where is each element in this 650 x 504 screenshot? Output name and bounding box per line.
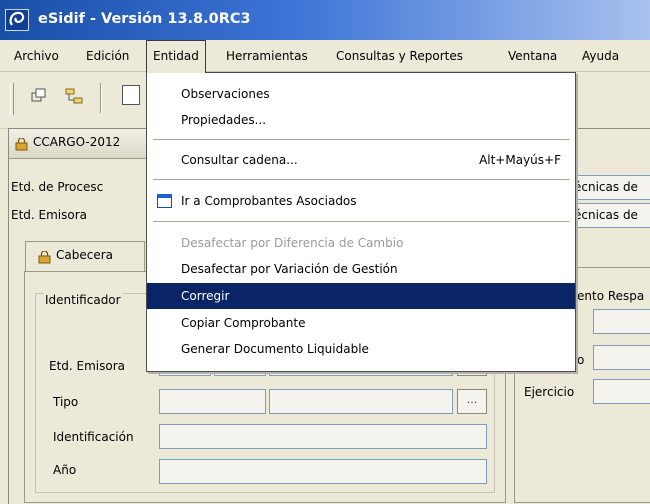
menu-item-copiar-comprobante[interactable]: Copiar Comprobante	[147, 310, 575, 336]
tipo-name-field[interactable]	[269, 389, 453, 414]
consultar-cadena-label: Consultar cadena...	[181, 153, 298, 167]
menu-ayuda[interactable]: Ayuda	[576, 40, 625, 72]
menu-item-desafectar-diferencia: Desafectar por Diferencia de Cambio	[181, 236, 404, 250]
tab-cabecera-label: Cabecera	[56, 248, 113, 262]
menu-item-propiedades[interactable]: Propiedades...	[147, 107, 575, 133]
window-icon	[157, 194, 172, 208]
ir-comprobantes-label: Ir a Comprobantes Asociados	[181, 194, 357, 208]
tipo-code-field[interactable]	[159, 389, 266, 414]
document-lock-icon	[15, 138, 28, 151]
etd-emisora-field[interactable]: écnicas de	[569, 203, 650, 228]
menu-archivo[interactable]: Archivo	[8, 40, 65, 72]
menu-consultas-reportes[interactable]: Consultas y Reportes	[330, 40, 469, 72]
document-tab[interactable]: CCARGO-2012	[9, 129, 169, 159]
ejercicio-label: Ejercicio	[524, 385, 575, 399]
etd-emisora-field-label: Etd. Emisora	[49, 359, 126, 373]
responsable-group-label: ento Respa	[577, 289, 645, 303]
ejercicio-field[interactable]	[593, 379, 650, 404]
menu-item-ir-comprobantes[interactable]: Ir a Comprobantes Asociados	[147, 188, 575, 214]
window-title: eSidif - Versión 13.8.0RC3	[38, 11, 251, 27]
tree-view-icon[interactable]	[64, 87, 84, 105]
cascade-windows-icon[interactable]	[30, 87, 48, 105]
toolbar-grip[interactable]	[10, 83, 14, 115]
menu-item-generar-documento[interactable]: Generar Documento Liquidable	[147, 336, 575, 362]
etd-proceso-value: écnicas de	[574, 180, 638, 194]
consultar-cadena-shortcut: Alt+Mayús+F	[479, 153, 561, 167]
app-logo-icon	[5, 9, 29, 31]
identificacion-field[interactable]	[159, 424, 487, 449]
cabecera-lock-icon	[38, 251, 51, 264]
menu-item-desafectar-variacion[interactable]: Desafectar por Variación de Gestión	[147, 256, 575, 282]
menu-herramientas[interactable]: Herramientas	[220, 40, 314, 72]
etd-proceso-field[interactable]: écnicas de	[569, 175, 650, 200]
title-bar: eSidif - Versión 13.8.0RC3	[0, 0, 650, 40]
etd-emisora-label: Etd. Emisora	[11, 208, 88, 222]
menu-entidad[interactable]: Entidad	[146, 40, 206, 73]
menu-item-observaciones[interactable]: Observaciones	[147, 81, 575, 107]
responsable-partial-label: o	[577, 353, 585, 367]
menu-separator	[153, 139, 569, 140]
tipo-label: Tipo	[53, 395, 79, 409]
etd-emisora-value: écnicas de	[574, 208, 638, 222]
tab-cabecera[interactable]: Cabecera	[25, 241, 145, 271]
menu-separator	[153, 179, 569, 180]
etd-proceso-label: Etd. de Procesc	[11, 180, 104, 194]
new-document-icon[interactable]	[122, 85, 140, 105]
anio-label: Año	[53, 463, 77, 477]
toolbar-separator	[100, 83, 102, 113]
tipo-browse-button[interactable]: ...	[457, 389, 487, 414]
menu-ventana[interactable]: Ventana	[502, 40, 563, 72]
anio-field[interactable]	[159, 459, 487, 484]
menu-item-consultar-cadena[interactable]: Consultar cadena... Alt+Mayús+F	[147, 147, 575, 173]
menu-item-corregir[interactable]: Corregir	[147, 283, 575, 309]
identificacion-label: Identificación	[53, 430, 134, 444]
document-tab-title: CCARGO-2012	[33, 135, 121, 149]
responsable-field-2[interactable]	[593, 345, 650, 370]
menu-bar: Archivo Edición Entidad Herramientas Con…	[0, 40, 650, 73]
responsable-field-1[interactable]	[593, 309, 650, 334]
entidad-menu: Observaciones Propiedades... Consultar c…	[146, 72, 576, 372]
menu-separator	[153, 221, 569, 222]
identificador-label: Identificador	[43, 293, 123, 307]
menu-edicion[interactable]: Edición	[80, 40, 135, 72]
